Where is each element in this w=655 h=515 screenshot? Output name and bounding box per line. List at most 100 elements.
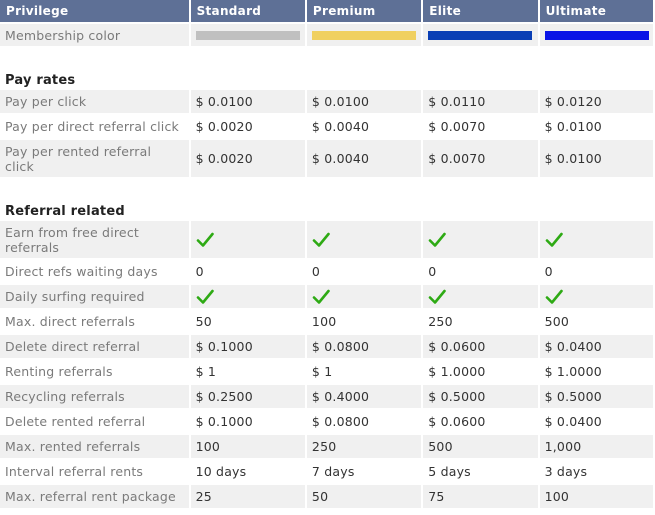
value-cell: 500 [539, 310, 653, 333]
membership-color-swatch-premium [311, 30, 416, 40]
value-cell: $ 0.0100 [190, 90, 305, 113]
table-row: Delete direct referral $ 0.1000 $ 0.0800 $ … [0, 335, 653, 358]
value-cell: 75 [423, 485, 538, 508]
value-cell: $ 0.5000 [423, 385, 538, 408]
row-label: Delete direct referral [0, 335, 189, 358]
row-label: Earn from free direct referrals [0, 221, 189, 258]
membership-color-swatch-elite [428, 30, 533, 40]
value-cell: 0 [423, 260, 538, 283]
value-cell: $ 0.0400 [539, 335, 653, 358]
checkmark-icon [196, 289, 214, 304]
row-label: Recycling referrals [0, 385, 189, 408]
header-row: Privilege Standard Premium Elite Ultimat… [0, 0, 653, 22]
table-row: Pay per direct referral click $ 0.0020 $ 0… [0, 115, 653, 138]
pay-rates-rows: Pay per click $ 0.0100 $ 0.0100 $ 0.0110 $ 0… [0, 90, 653, 177]
table-row: Pay per rented referral click $ 0.0020 $ 0… [0, 140, 653, 177]
value-cell: 0 [190, 260, 305, 283]
table-row: Interval referral rents 10 days 7 days 5 da… [0, 460, 653, 483]
membership-color-row: Membership color [0, 24, 653, 46]
row-label: Membership color [0, 24, 189, 46]
value-cell: $ 0.1000 [190, 410, 305, 433]
checkmark-icon [428, 289, 447, 304]
checkmark-icon [545, 289, 563, 304]
value-cell: 500 [423, 435, 538, 458]
value-cell: 25 [190, 485, 305, 508]
value-cell: $ 1.0000 [423, 360, 538, 383]
section-pay-rates: Pay rates [0, 48, 653, 88]
value-cell: $ 0.0600 [423, 410, 538, 433]
table-row: Delete rented referral $ 0.1000 $ 0.0800 $ … [0, 410, 653, 433]
check-cell [306, 285, 422, 308]
value-cell: $ 0.0100 [539, 115, 653, 138]
checkmark-icon [312, 289, 330, 304]
value-cell: $ 0.0070 [423, 140, 538, 177]
table-row: Recycling referrals $ 0.2500 $ 0.4000 $ 0.5… [0, 385, 653, 408]
value-cell: 100 [306, 310, 422, 333]
value-cell: 250 [306, 435, 422, 458]
row-label: Daily surfing required [0, 285, 189, 308]
table-row: Max. referral rent package 25 50 75 100 [0, 485, 653, 508]
check-cell [423, 285, 538, 308]
value-cell: 50 [306, 485, 422, 508]
row-label: Pay per rented referral click [0, 140, 189, 177]
value-cell: $ 0.0070 [423, 115, 538, 138]
row-label: Direct refs waiting days [0, 260, 189, 283]
check-cell [539, 221, 653, 258]
table-row: Daily surfing required [0, 285, 653, 308]
table-row: Pay per click $ 0.0100 $ 0.0100 $ 0.0110 $ 0… [0, 90, 653, 113]
referral-related-rows: Earn from free direct referrals Direct re… [0, 221, 653, 508]
section-referral-related: Referral related [0, 179, 653, 219]
value-cell: $ 0.0800 [306, 410, 422, 433]
value-cell: $ 0.0120 [539, 90, 653, 113]
value-cell: $ 0.1000 [190, 335, 305, 358]
section-title: Referral related [0, 179, 653, 219]
row-label: Pay per click [0, 90, 189, 113]
checkmark-icon [196, 232, 214, 247]
value-cell: $ 0.0400 [539, 410, 653, 433]
value-cell: $ 0.0040 [306, 140, 422, 177]
row-label: Max. rented referrals [0, 435, 189, 458]
value-cell: 7 days [306, 460, 422, 483]
header-elite: Elite [423, 0, 538, 22]
row-label: Pay per direct referral click [0, 115, 189, 138]
value-cell: $ 0.5000 [539, 385, 653, 408]
value-cell: 100 [539, 485, 653, 508]
check-cell [539, 285, 653, 308]
checkmark-icon [428, 232, 447, 247]
value-cell: $ 0.0110 [423, 90, 538, 113]
membership-comparison-table: Privilege Standard Premium Elite Ultimat… [0, 0, 655, 510]
checkmark-icon [545, 232, 563, 247]
check-cell [190, 221, 305, 258]
value-cell: 3 days [539, 460, 653, 483]
row-label: Delete rented referral [0, 410, 189, 433]
check-cell [306, 221, 422, 258]
header-premium: Premium [306, 0, 422, 22]
value-cell: $ 0.0020 [190, 140, 305, 177]
membership-color-swatch-standard [195, 30, 300, 40]
value-cell: $ 0.0020 [190, 115, 305, 138]
value-cell: $ 0.0100 [306, 90, 422, 113]
value-cell: 0 [539, 260, 653, 283]
check-cell [190, 285, 305, 308]
value-cell: 100 [190, 435, 305, 458]
value-cell: 0 [306, 260, 422, 283]
value-cell: $ 0.0600 [423, 335, 538, 358]
checkmark-icon [312, 232, 330, 247]
row-label: Max. referral rent package [0, 485, 189, 508]
value-cell: 1,000 [539, 435, 653, 458]
value-cell: $ 0.0800 [306, 335, 422, 358]
value-cell: 50 [190, 310, 305, 333]
table-row: Direct refs waiting days 0 0 0 0 [0, 260, 653, 283]
header-standard: Standard [190, 0, 305, 22]
value-cell: $ 1.0000 [539, 360, 653, 383]
section-title: Pay rates [0, 48, 653, 88]
header-ultimate: Ultimate [539, 0, 653, 22]
row-label: Max. direct referrals [0, 310, 189, 333]
table-row: Max. direct referrals 50 100 250 500 [0, 310, 653, 333]
value-cell: $ 1 [190, 360, 305, 383]
table-row: Renting referrals $ 1 $ 1 $ 1.0000 $ 1.0000 [0, 360, 653, 383]
value-cell: 10 days [190, 460, 305, 483]
value-cell: $ 1 [306, 360, 422, 383]
row-label: Renting referrals [0, 360, 189, 383]
check-cell [423, 221, 538, 258]
